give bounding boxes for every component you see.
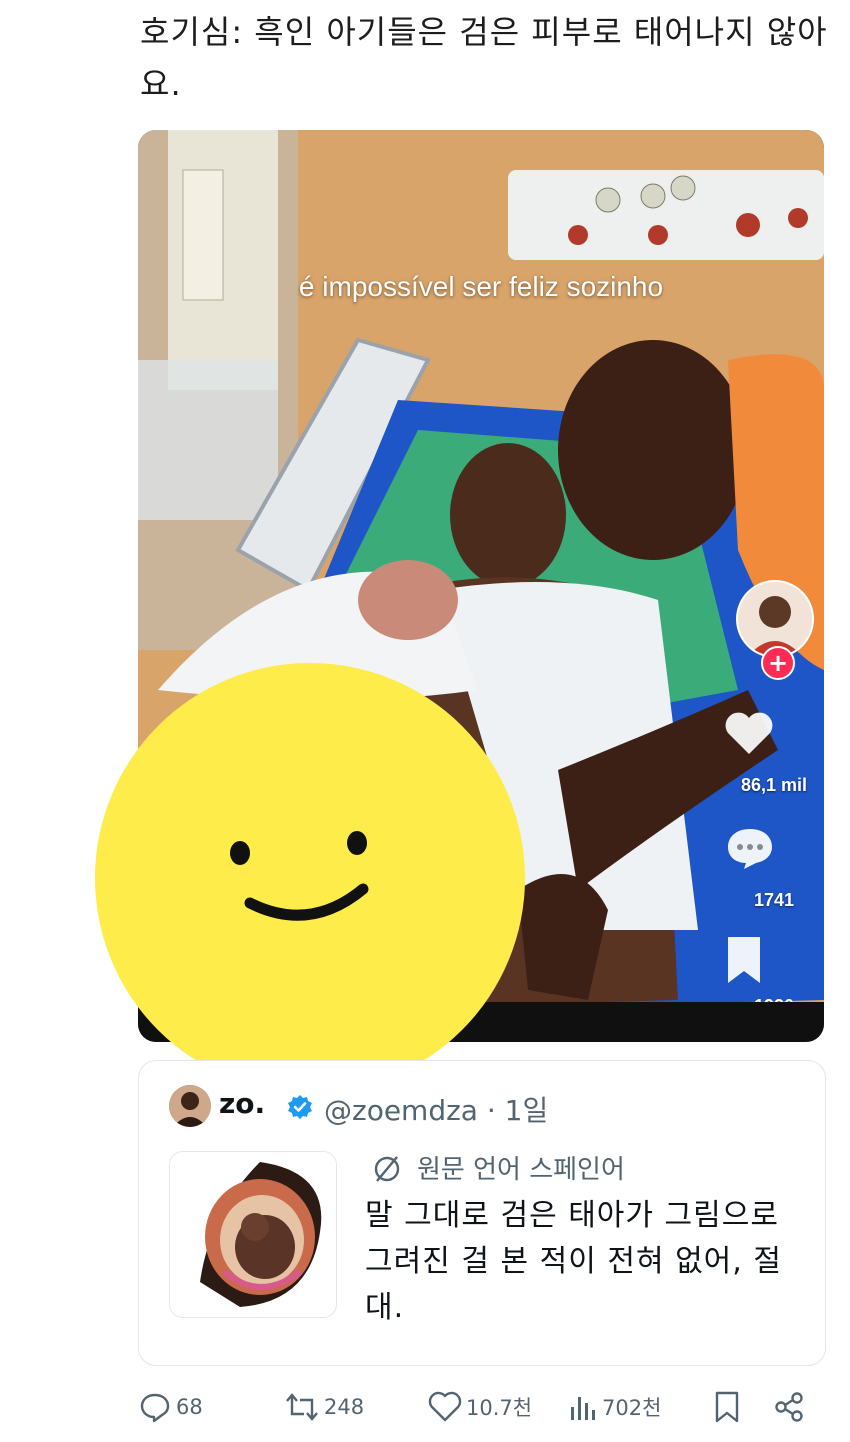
like-count-tweet: 10.7천 [466,1396,533,1420]
video-caption: é impossível ser feliz sozinho [298,271,664,302]
tweet-bookmark-icon [715,1391,739,1423]
share-icon [775,1392,803,1422]
translate-icon-glyph [374,1156,400,1182]
smiley-sticker [95,663,525,1093]
views-button[interactable]: 702천 [568,1385,661,1429]
quoted-tweet-text: 말 그대로 검은 태아가 그림으로 그려진 걸 본 적이 전혀 없어, 절대. [365,1198,782,1325]
reply-count: 68 [176,1395,203,1419]
quoted-handle-time: @zoemdza · 1일 [324,1089,548,1129]
reply-button[interactable]: 68 [138,1385,203,1429]
quoted-media-thumbnail[interactable] [169,1151,337,1318]
verified-badge-glyph [288,1095,312,1119]
quoted-author-name[interactable]: zo. [219,1087,265,1120]
quoted-author-avatar[interactable] [169,1085,211,1127]
quoted-time: · 1일 [486,1094,549,1127]
tweet-action-bar: 68 248 10.7천 702천 [138,1385,824,1429]
like-count: 86,1 mil [740,775,808,795]
views-count: 702천 [602,1396,662,1420]
creator-avatar-image [738,582,812,656]
reply-icon [140,1393,170,1423]
original-language-note[interactable]: 원문 언어 스페인어 [417,1149,625,1186]
quoted-handle[interactable]: @zoemdza [324,1094,478,1127]
retweet-button[interactable]: 248 [284,1385,364,1429]
views-chart-icon [571,1397,595,1420]
share-button[interactable] [772,1385,806,1429]
retweet-icon [286,1393,318,1421]
verified-badge-icon [287,1094,313,1120]
tweet-text: 호기심: 흑인 아기들은 검은 피부로 태어나지 않아요. [140,13,828,103]
bookmark-button[interactable] [712,1385,742,1429]
fetus-illustration [170,1152,336,1317]
like-button[interactable]: 10.7천 [428,1385,532,1429]
follow-plus-icon[interactable]: + [761,646,795,680]
like-heart-icon [428,1391,462,1422]
retweet-count: 248 [324,1395,365,1419]
quoted-avatar-image [169,1085,211,1127]
quoted-tweet[interactable]: zo. @zoemdza · 1일 원문 언어 스페인어 말 그대로 검은 태아… [138,1060,826,1366]
comment-icon-glyph [728,829,772,869]
comment-count: 1741 [753,890,795,910]
smiley-face-icon [230,831,369,921]
bookmark-icon-glyph [728,937,760,983]
translate-icon [371,1153,403,1185]
heart-icon-glyph [725,712,773,754]
